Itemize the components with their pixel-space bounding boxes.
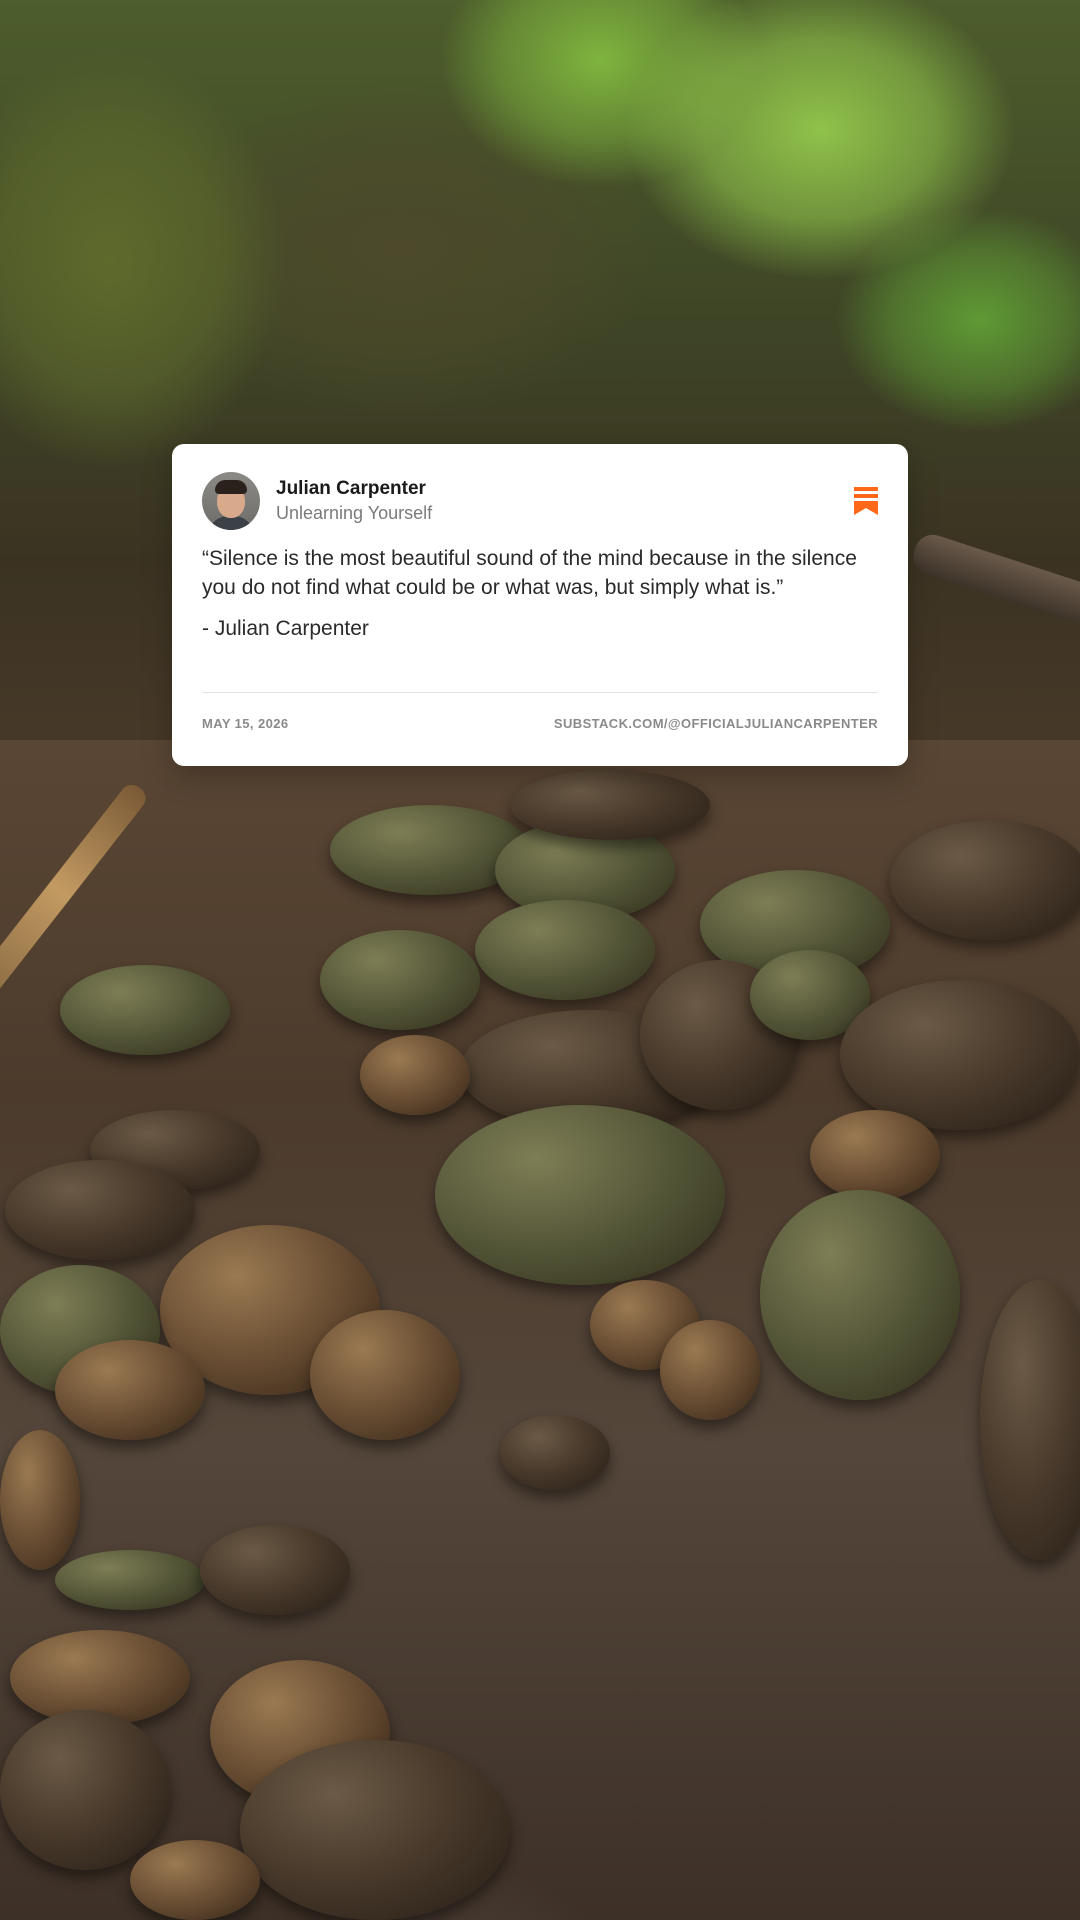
stone xyxy=(475,900,655,1000)
stone xyxy=(5,1160,195,1260)
stone xyxy=(890,820,1080,940)
card-footer: MAY 15, 2026 SUBSTACK.COM/@OFFICIALJULIA… xyxy=(202,716,878,731)
stone xyxy=(240,1740,510,1920)
author-name[interactable]: Julian Carpenter xyxy=(276,477,854,501)
card-header: Julian Carpenter Unlearning Yourself xyxy=(202,472,878,530)
author-info: Julian Carpenter Unlearning Yourself xyxy=(276,477,854,525)
publication-name[interactable]: Unlearning Yourself xyxy=(276,501,854,525)
author-avatar[interactable] xyxy=(202,472,260,530)
stone xyxy=(55,1340,205,1440)
bookmark-icon-graphic xyxy=(854,487,878,515)
avatar-hair xyxy=(215,480,247,494)
bookmark-icon[interactable] xyxy=(854,487,878,515)
stone xyxy=(0,1710,170,1870)
quote-text: “Silence is the most beautiful sound of … xyxy=(202,547,857,599)
background-photo: Julian Carpenter Unlearning Yourself “Si… xyxy=(0,0,1080,1920)
stone xyxy=(760,1190,960,1400)
stone xyxy=(55,1550,205,1610)
stone xyxy=(810,1110,940,1200)
post-url[interactable]: SUBSTACK.COM/@OFFICIALJULIANCARPENTER xyxy=(554,716,878,731)
stone xyxy=(130,1840,260,1920)
stone xyxy=(200,1525,350,1615)
stone xyxy=(60,965,230,1055)
stone xyxy=(360,1035,470,1115)
stone xyxy=(840,980,1080,1130)
avatar-shirt xyxy=(208,516,254,530)
stone xyxy=(0,1430,80,1570)
stone xyxy=(500,1415,610,1490)
stone xyxy=(510,770,710,840)
quote-attribution: - Julian Carpenter xyxy=(202,617,369,640)
stone xyxy=(310,1310,460,1440)
stone xyxy=(435,1105,725,1285)
stone xyxy=(320,930,480,1030)
quote-card[interactable]: Julian Carpenter Unlearning Yourself “Si… xyxy=(172,444,908,766)
card-divider xyxy=(202,692,878,693)
stone xyxy=(660,1320,760,1420)
post-date: MAY 15, 2026 xyxy=(202,716,289,731)
